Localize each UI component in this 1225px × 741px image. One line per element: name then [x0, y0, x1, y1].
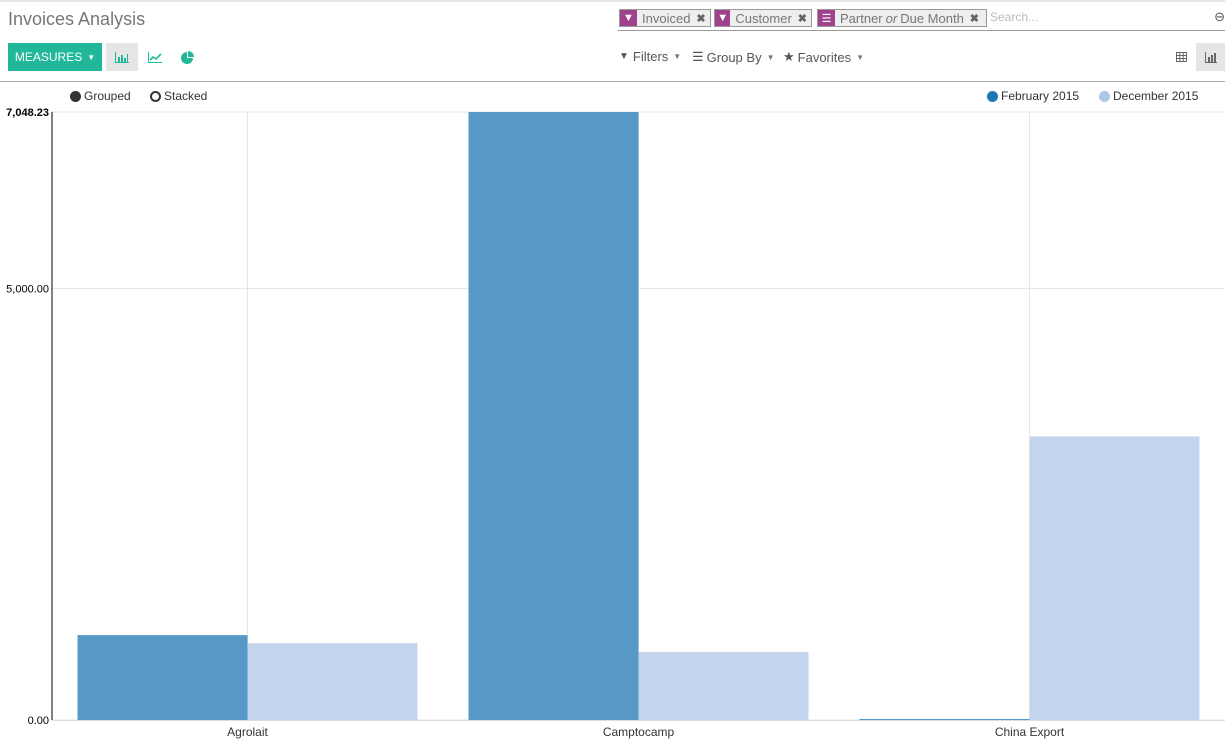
bar-camptocamp-december-2015 — [638, 652, 809, 720]
bar-agrolait-february-2015 — [77, 635, 248, 720]
x-tick-label: Camptocamp — [603, 725, 675, 739]
x-tick-label: Agrolait — [227, 725, 268, 739]
bar-chart: 0.00 5,000.00 7,048.23 Agrolait Camptocamp Ch… — [6, 107, 1225, 739]
y-tick-label: 0.00 — [28, 715, 49, 727]
bar-china-export-february-2015 — [859, 718, 1030, 720]
bar-agrolait-december-2015 — [247, 643, 418, 720]
y-tick-label: 7,048.23 — [6, 107, 49, 119]
bar-camptocamp-february-2015 — [468, 112, 639, 720]
x-tick-label: China Export — [995, 725, 1065, 739]
y-tick-label: 5,000.00 — [6, 284, 49, 296]
bar-china-export-december-2015 — [1029, 436, 1200, 720]
